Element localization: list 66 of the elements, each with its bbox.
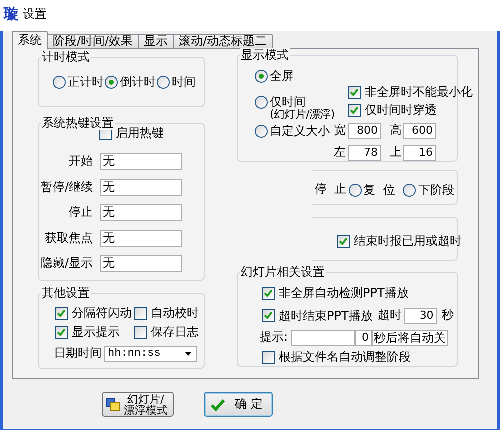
field-label: 上 xyxy=(390,144,402,161)
checkmark-icon xyxy=(57,328,66,336)
text-field[interactable]: 无 xyxy=(100,230,182,246)
text-field[interactable]: 600 xyxy=(403,122,436,138)
slideshow-mode-button[interactable]: 幻灯片/漂浮模式 xyxy=(102,392,174,417)
unit-label: 秒后将自动关 xyxy=(372,330,448,346)
radio-button[interactable]: 下阶段 xyxy=(403,182,454,196)
checkmark-icon xyxy=(264,311,273,320)
radio-button[interactable]: 自定义大小 xyxy=(255,124,330,138)
checkbox[interactable]: 仅时间时穿透 xyxy=(348,103,437,117)
checkbox[interactable]: 超时结束PPT播放 xyxy=(262,308,373,322)
group-title: 计时模式 xyxy=(41,50,91,64)
group-title: 显示模式 xyxy=(240,48,290,62)
radio-button[interactable]: 倒计时 xyxy=(105,75,156,89)
text-field[interactable]: 无 xyxy=(100,204,182,221)
ok-button[interactable]: 确 定 xyxy=(204,392,273,417)
field-label: 左 xyxy=(334,144,346,161)
caret-icon xyxy=(185,352,192,356)
stop-label: 停 止 xyxy=(315,181,347,198)
text-field[interactable]: 800 xyxy=(348,122,381,138)
tab[interactable]: 滚动/动态标题二 xyxy=(173,34,274,48)
checkbox[interactable]: 非全屏时不能最小化 xyxy=(348,85,473,99)
text-field[interactable]: 无 xyxy=(100,178,182,196)
text-field[interactable]: 78 xyxy=(348,144,381,160)
field-label: 隐藏/显示 xyxy=(40,255,93,272)
text-field[interactable]: 无 xyxy=(100,255,182,272)
field-label: 开始 xyxy=(68,153,93,170)
checkbox[interactable]: 保存日志 xyxy=(134,325,199,339)
text-field[interactable] xyxy=(291,330,356,346)
group-title: 幻灯片相关设置 xyxy=(240,265,326,279)
window-title: 设置 xyxy=(23,6,47,22)
field-label: 停止 xyxy=(68,204,93,221)
checkbox[interactable]: 根据文件名自动调整阶段 xyxy=(262,350,411,364)
text-field[interactable]: 30 xyxy=(404,308,437,324)
group-title: 系统热键设置 xyxy=(41,116,115,130)
radio-button[interactable]: 正计时 xyxy=(53,75,104,89)
radio-button[interactable]: 仅时间 (幻灯片/漂浮) xyxy=(255,95,335,121)
dropdown[interactable]: hh:nn:ss xyxy=(104,346,197,362)
radio-button[interactable]: 复 位 xyxy=(348,182,396,196)
app-icon: 璇 xyxy=(4,6,19,22)
group-title: 其他设置 xyxy=(41,286,91,300)
text-field[interactable]: 0 xyxy=(355,330,372,346)
radio-button[interactable]: 全屏 xyxy=(255,69,294,83)
checkbox[interactable]: 自动校时 xyxy=(134,306,199,320)
tab[interactable]: 系统 xyxy=(12,31,48,49)
radio-button[interactable]: 时间 xyxy=(157,75,196,89)
field-label: 高 xyxy=(390,122,402,139)
checkbox[interactable]: 显示提示 xyxy=(55,325,120,339)
checkmark-icon xyxy=(57,308,66,318)
text-field[interactable]: 无 xyxy=(100,153,182,170)
field-label: 超时 xyxy=(378,307,402,324)
checkbox[interactable]: 非全屏自动检测PPT播放 xyxy=(262,286,409,300)
field-label: 暂停/继续 xyxy=(40,178,93,196)
checkmark-icon xyxy=(211,398,225,410)
unit-label: 秒 xyxy=(442,307,454,324)
checkbox[interactable]: 结束时报已用或超时 xyxy=(337,234,462,248)
checkmark-icon xyxy=(264,288,273,298)
field-label: 宽 xyxy=(334,122,346,139)
checkmark-icon xyxy=(339,236,348,246)
field-label: 提示: xyxy=(260,329,288,346)
text-field[interactable]: 16 xyxy=(403,144,436,160)
tab[interactable]: 显示 xyxy=(138,34,174,48)
windows-icon xyxy=(106,398,120,411)
field-label: 获取焦点 xyxy=(44,230,93,246)
checkbox[interactable]: 分隔符闪动 xyxy=(55,306,132,320)
field-label: 日期时间 xyxy=(54,345,102,362)
